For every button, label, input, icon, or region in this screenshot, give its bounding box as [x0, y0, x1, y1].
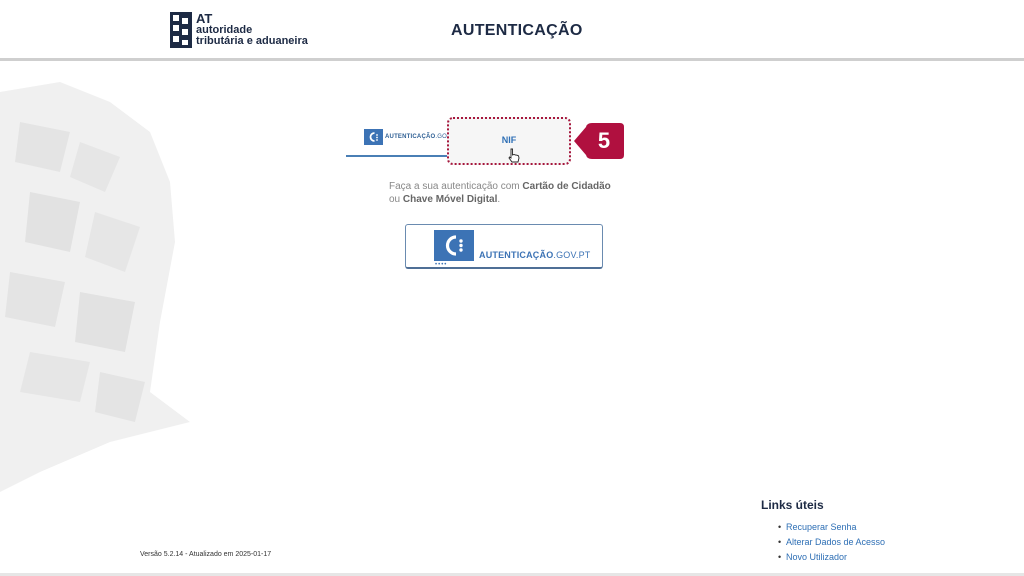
background-emblem-icon [0, 82, 190, 492]
link-recuperar-senha[interactable]: Recuperar Senha [778, 520, 961, 535]
gov-button-label: AUTENTICAÇÃO [479, 250, 554, 260]
auth-method-tabs: AUTENTICAÇÃO.GOV.PT NIF 5 [346, 117, 624, 165]
useful-links: Links úteis Recuperar Senha Alterar Dado… [761, 498, 961, 565]
useful-links-title: Links úteis [761, 498, 824, 512]
tab-autenticacao-gov[interactable]: AUTENTICAÇÃO.GOV.PT [346, 117, 460, 157]
logo-tributaria: tributária e aduaneira [196, 35, 308, 47]
at-emblem-icon [170, 12, 192, 48]
tab-nif[interactable]: NIF [447, 117, 571, 165]
gov-dots-icon: •••• [435, 262, 448, 268]
autenticacao-gov-icon [364, 129, 383, 145]
autenticacao-gov-logo-icon [434, 230, 474, 261]
link-novo-utilizador[interactable]: Novo Utilizador [778, 550, 961, 565]
tab-gov-label: AUTENTICAÇÃO [385, 134, 436, 140]
auth-description: Faça a sua autenticação com Cartão de Ci… [389, 181, 611, 205]
active-tab-underline [346, 155, 454, 157]
autenticacao-gov-button[interactable]: •••• AUTENTICAÇÃO.GOV.PT [405, 224, 603, 269]
gov-button-suffix: .GOV.PT [553, 250, 591, 260]
cartao-cidadao-text: Cartão de Cidadão [522, 181, 611, 192]
step-number: 5 [597, 128, 611, 153]
hand-pointer-icon [508, 148, 520, 163]
link-alterar-dados[interactable]: Alterar Dados de Acesso [778, 535, 961, 550]
tab-nif-label: NIF [501, 135, 517, 145]
header: AT autoridade tributária e aduaneira AUT… [0, 0, 1024, 61]
version-text: Versão 5.2.14 - Atualizado em 2025-01-17 [140, 551, 272, 558]
page-title: AUTENTICAÇÃO [451, 22, 583, 39]
chave-movel-text: Chave Móvel Digital [402, 194, 498, 205]
at-logo[interactable]: AT autoridade tributária e aduaneira [170, 12, 308, 48]
